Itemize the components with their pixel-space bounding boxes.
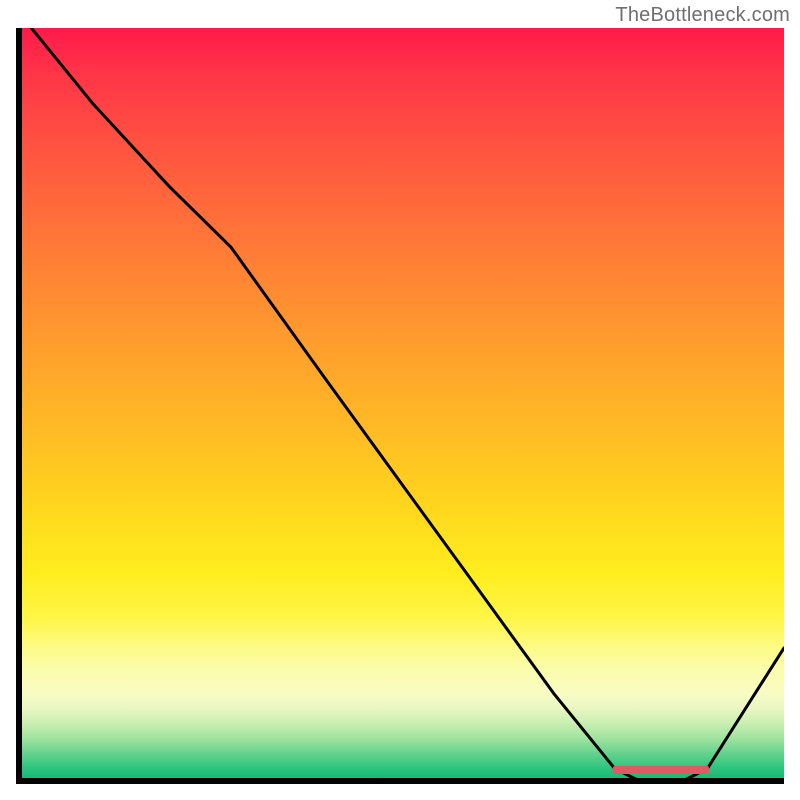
attribution-label: TheBottleneck.com <box>615 4 790 27</box>
optimal-range-marker <box>615 766 707 774</box>
chart-container: TheBottleneck.com <box>0 0 800 800</box>
plot-area <box>16 28 784 784</box>
gradient-background <box>16 28 784 784</box>
